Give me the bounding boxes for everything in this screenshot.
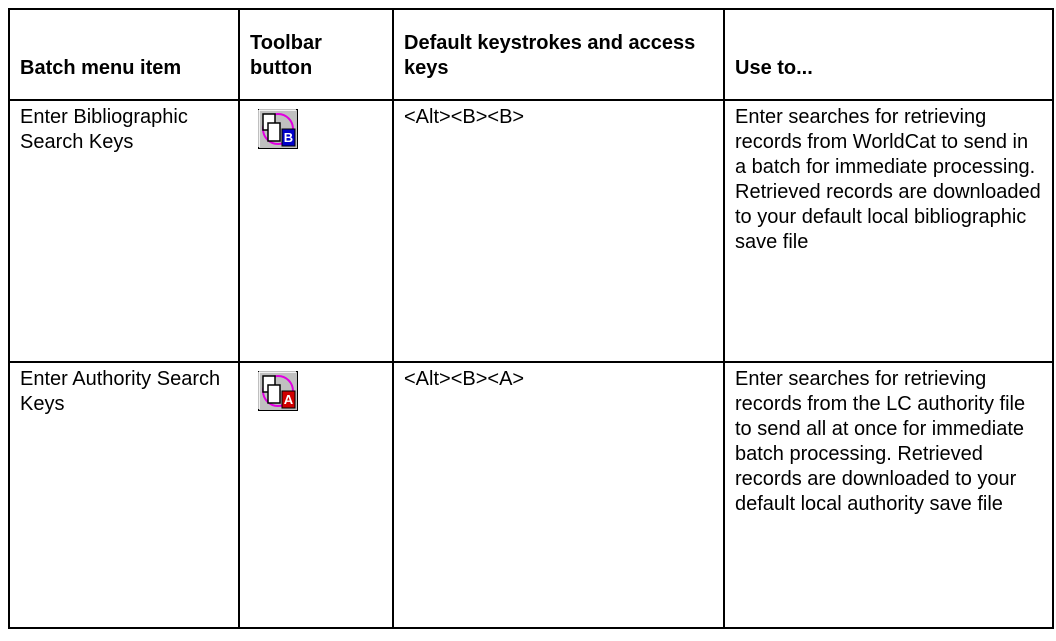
use-to-cell: Enter searches for retrieving records fr… <box>723 361 1054 629</box>
header-batch-menu-item: Batch menu item <box>8 8 240 101</box>
icon-letter-a: A <box>284 392 294 407</box>
toolbar-button-cell: A <box>238 361 394 629</box>
table-row: Enter Authority Search Keys A <Alt><B><A… <box>8 361 1054 629</box>
batch-authority-search-icon: A <box>258 371 298 411</box>
use-to-cell: Enter searches for retrieving records fr… <box>723 99 1054 363</box>
keystrokes-cell: <Alt><B><B> <box>392 99 725 363</box>
header-row: Batch menu item Toolbar button Default k… <box>8 8 1054 101</box>
toolbar-button-cell: B <box>238 99 394 363</box>
table-row: Enter Bibliographic Search Keys B <Alt><… <box>8 99 1054 363</box>
header-toolbar-button: Toolbar button <box>238 8 394 101</box>
keystrokes-cell: <Alt><B><A> <box>392 361 725 629</box>
header-use-to: Use to... <box>723 8 1054 101</box>
menu-item-cell: Enter Bibliographic Search Keys <box>8 99 240 363</box>
batch-menu-table: Batch menu item Toolbar button Default k… <box>8 8 1054 629</box>
icon-letter-b: B <box>284 130 293 145</box>
batch-bibliographic-search-icon: B <box>258 109 298 149</box>
menu-item-cell: Enter Authority Search Keys <box>8 361 240 629</box>
header-default-keystrokes: Default keystrokes and access keys <box>392 8 725 101</box>
